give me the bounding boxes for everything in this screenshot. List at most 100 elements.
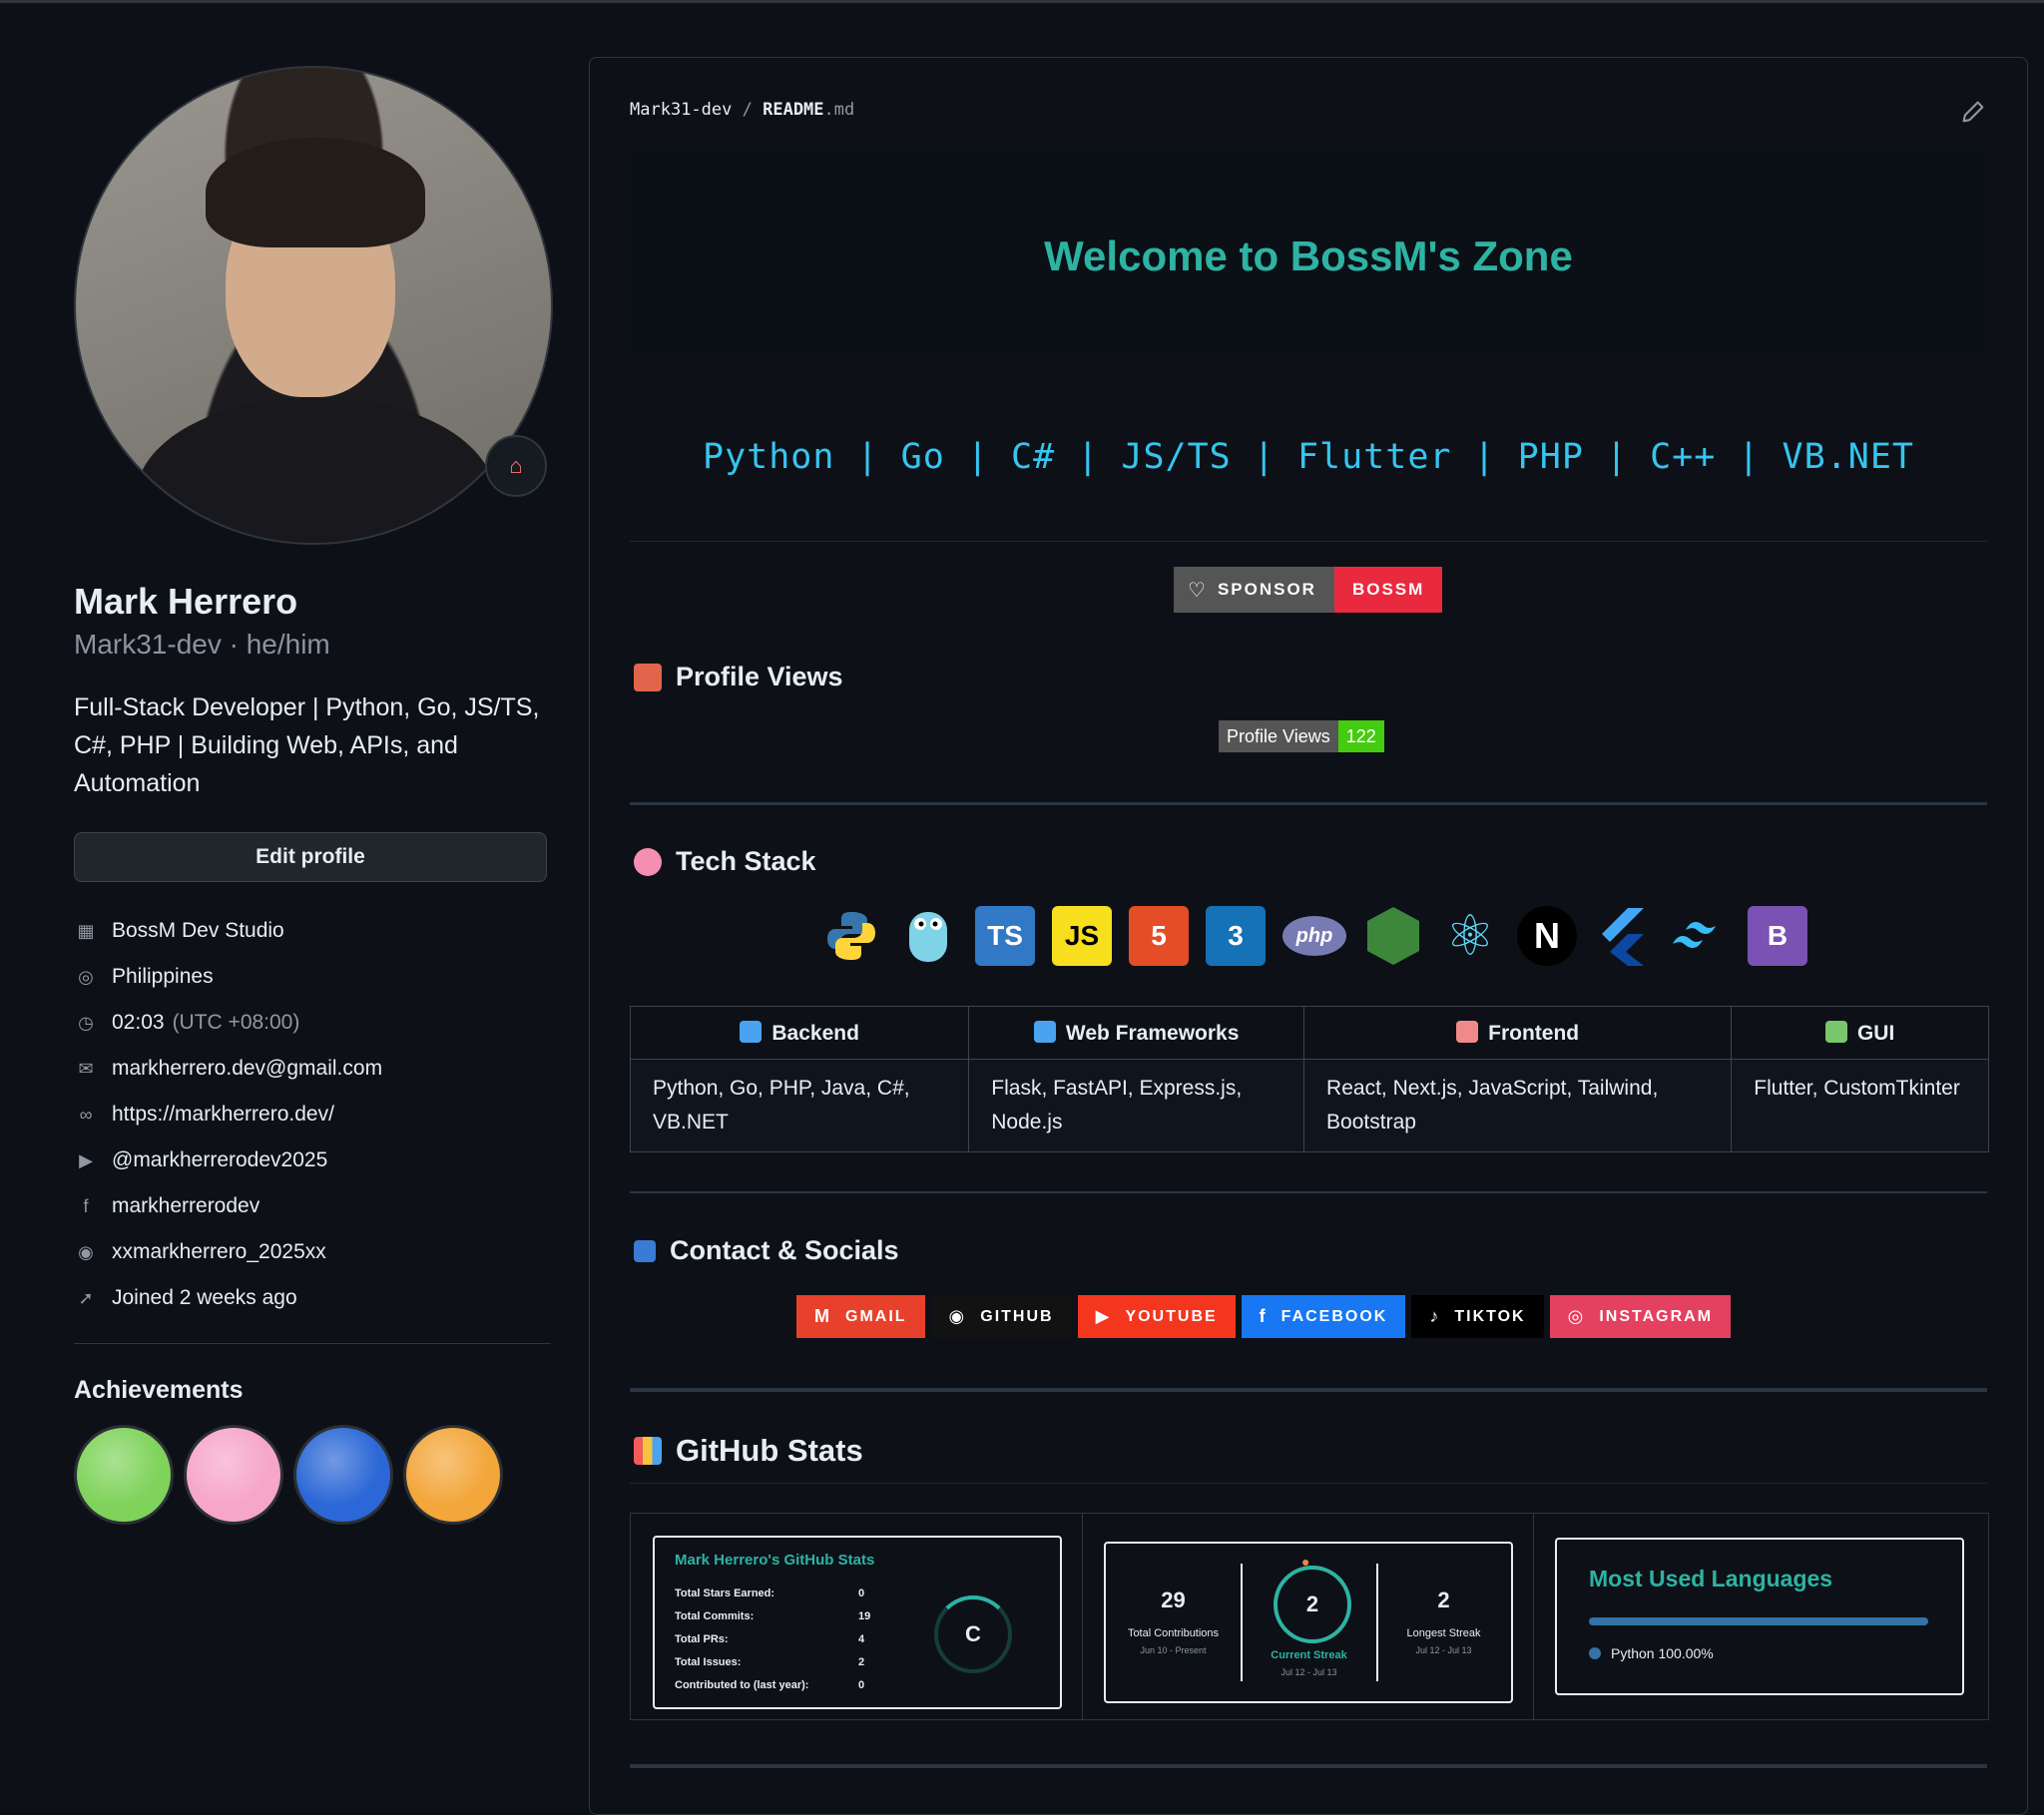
path-file: README [763,100,824,120]
laptop-icon [740,1020,763,1043]
social-github-button[interactable]: ◉ GITHUB [930,1295,1072,1338]
stats-rows: Total Stars Earned: 0 Total Commits: 19 Tota… [675,1582,870,1696]
pencil-icon[interactable] [1959,98,1987,126]
language-legend: Python 100.00% [1589,1645,1714,1661]
pull-shark-icon[interactable] [293,1425,393,1525]
section-divider [630,1191,1987,1193]
instagram-icon: ◎ [1567,1306,1586,1326]
stats-table: Mark Herrero's GitHub Stats Total Stars … [630,1513,1989,1720]
table-header-backend: Backend [629,1006,970,1060]
info-text: https://markherrero.dev/ [112,1103,334,1126]
info-row-clock: ◷ 02:03 (UTC +08:00) [74,1000,551,1046]
social-badges: M GMAIL ◉ GITHUB ▶ YOUTUBE f FACEBOOK ♪ TIKTOK ◎ IN… [796,1295,1737,1338]
stats-row: Total Stars Earned: 0 [675,1582,870,1604]
organization-icon: ▦ [77,920,95,941]
achievements-title[interactable]: Achievements [74,1376,551,1405]
stat-key: Total Issues: [675,1655,742,1668]
profile-bio: Full-Stack Developer | Python, Go, JS/TS… [74,693,540,797]
tech-stack-title: Tech Stack [676,846,816,876]
path-owner-link[interactable]: Mark31-dev [630,100,732,120]
sponsor-badge[interactable]: ♡ SPONSOR BOSSM [1174,567,1443,613]
header-label: Web Frameworks [1065,1021,1240,1045]
pair-extraordinaire-icon[interactable] [74,1425,174,1525]
avatar[interactable] [74,66,553,545]
contact-title: Contact & Socials [670,1235,899,1265]
social-instagram-button[interactable]: ◎ INSTAGRAM [1549,1295,1732,1338]
table-cell: Python, Go, PHP, Java, C#, VB.NET [629,1059,970,1152]
info-row-link[interactable]: ∞ https://markherrero.dev/ [74,1092,551,1137]
readme-panel: Mark31-dev / README.md Welcome to BossM'… [589,57,2028,1815]
social-label: TIKTOK [1454,1307,1526,1325]
streak-stats-card[interactable]: 29 Total Contributions Jun 10 - Present … [1104,1542,1513,1703]
total-contributions-label: Total Contributions [1127,1627,1220,1639]
stat-value: 0 [858,1587,865,1599]
stat-key: Total Stars Earned: [675,1587,775,1599]
longest-range: Jul 12 - Jul 13 [1415,1645,1472,1655]
github-icon: ◉ [948,1306,967,1326]
achievement-badges [74,1425,551,1525]
php-icon: php [1282,916,1346,956]
total-contributions: 29 [1161,1588,1186,1612]
stats-row: Contributed to (last year): 0 [675,1673,870,1696]
table-row: Python, Go, PHP, Java, C#, VB.NET Flask, … [629,1059,1989,1152]
path-ext: .md [823,100,855,120]
stat-key: Total PRs: [675,1632,729,1645]
cell-border [1533,1514,1534,1719]
yolo-icon[interactable] [184,1425,283,1525]
social-youtube-button[interactable]: ▶ YOUTUBE [1077,1295,1236,1338]
status-house-icon[interactable]: ⌂ [485,435,547,497]
info-muted: (UTC +08:00) [172,1011,300,1034]
profile-views-heading: Profile Views [634,662,843,692]
social-facebook-button[interactable]: f FACEBOOK [1241,1295,1406,1338]
tiktok-icon: ♪ [1429,1306,1441,1326]
profile-username: Mark31-dev · he/him [74,629,330,660]
abacus-icon [634,663,662,691]
profile-name: Mark Herrero [74,581,298,622]
total-range: Jun 10 - Present [1140,1645,1207,1655]
stat-key: Total Commits: [675,1609,755,1622]
typescript-icon: TS [975,906,1035,966]
stats-row: Total PRs: 4 [675,1627,870,1650]
current-streak-label: Current Streak [1271,1649,1347,1661]
stats-card-title: Mark Herrero's GitHub Stats [675,1552,875,1569]
stat-value: 2 [858,1655,865,1668]
section-divider [630,541,1987,542]
views-count: 122 [1337,720,1384,752]
stats-row: Total Commits: 19 [675,1604,870,1627]
table-header-frontend: Frontend [1303,1006,1733,1060]
tech-stack-table: Backend Web Frameworks Frontend GUI Python,… [629,1006,1989,1152]
mailbox-icon [634,1239,656,1262]
css3-icon: 3 [1206,906,1266,966]
table-header-web-frameworks: Web Frameworks [968,1006,1305,1060]
info-text: markherrero.dev@gmail.com [112,1057,383,1080]
social-gmail-button[interactable]: M GMAIL [796,1295,925,1338]
languages-card[interactable]: Most Used Languages Python 100.00% [1555,1538,1964,1695]
info-row-location: ◎ Philippines [74,954,551,1000]
info-text: 02:03 [112,1011,165,1034]
sponsor-target: BOSSM [1333,567,1443,613]
bootstrap-icon: B [1748,906,1807,966]
social-tiktok-button[interactable]: ♪ TIKTOK [1411,1295,1544,1338]
social-label: INSTAGRAM [1599,1307,1714,1325]
section-divider [630,1483,1987,1484]
facebook-icon: f [83,1195,89,1216]
info-text: markherrerodev [112,1194,260,1217]
stat-value: 19 [858,1609,871,1622]
info-text: @markherrerodev2025 [112,1148,328,1171]
mail-icon: ✉ [78,1058,94,1079]
edit-profile-button[interactable]: Edit profile [74,832,547,882]
info-text: BossM Dev Studio [112,919,284,942]
location-icon: ◎ [78,966,94,987]
brain-icon [634,847,662,876]
social-label: YOUTUBE [1125,1307,1218,1325]
github-stats-card[interactable]: Mark Herrero's GitHub Stats Total Stars … [653,1536,1062,1709]
quickdraw-icon[interactable] [403,1425,503,1525]
table-header-gui: GUI [1731,1006,1989,1060]
heart-icon: ♡ [1188,579,1208,602]
info-row-mail[interactable]: ✉ markherrero.dev@gmail.com [74,1046,551,1092]
profile-sidebar: ⌂ Mark Herrero Mark31-dev · he/him Full-… [74,66,553,1525]
info-row-instagram: ◉ xxmarkherrero_2025xx [74,1229,551,1275]
info-row-rocket: ➚ Joined 2 weeks ago [74,1275,551,1321]
react-icon: ⚛ [1444,904,1496,967]
current-streak-ring: 2 [1274,1566,1351,1643]
